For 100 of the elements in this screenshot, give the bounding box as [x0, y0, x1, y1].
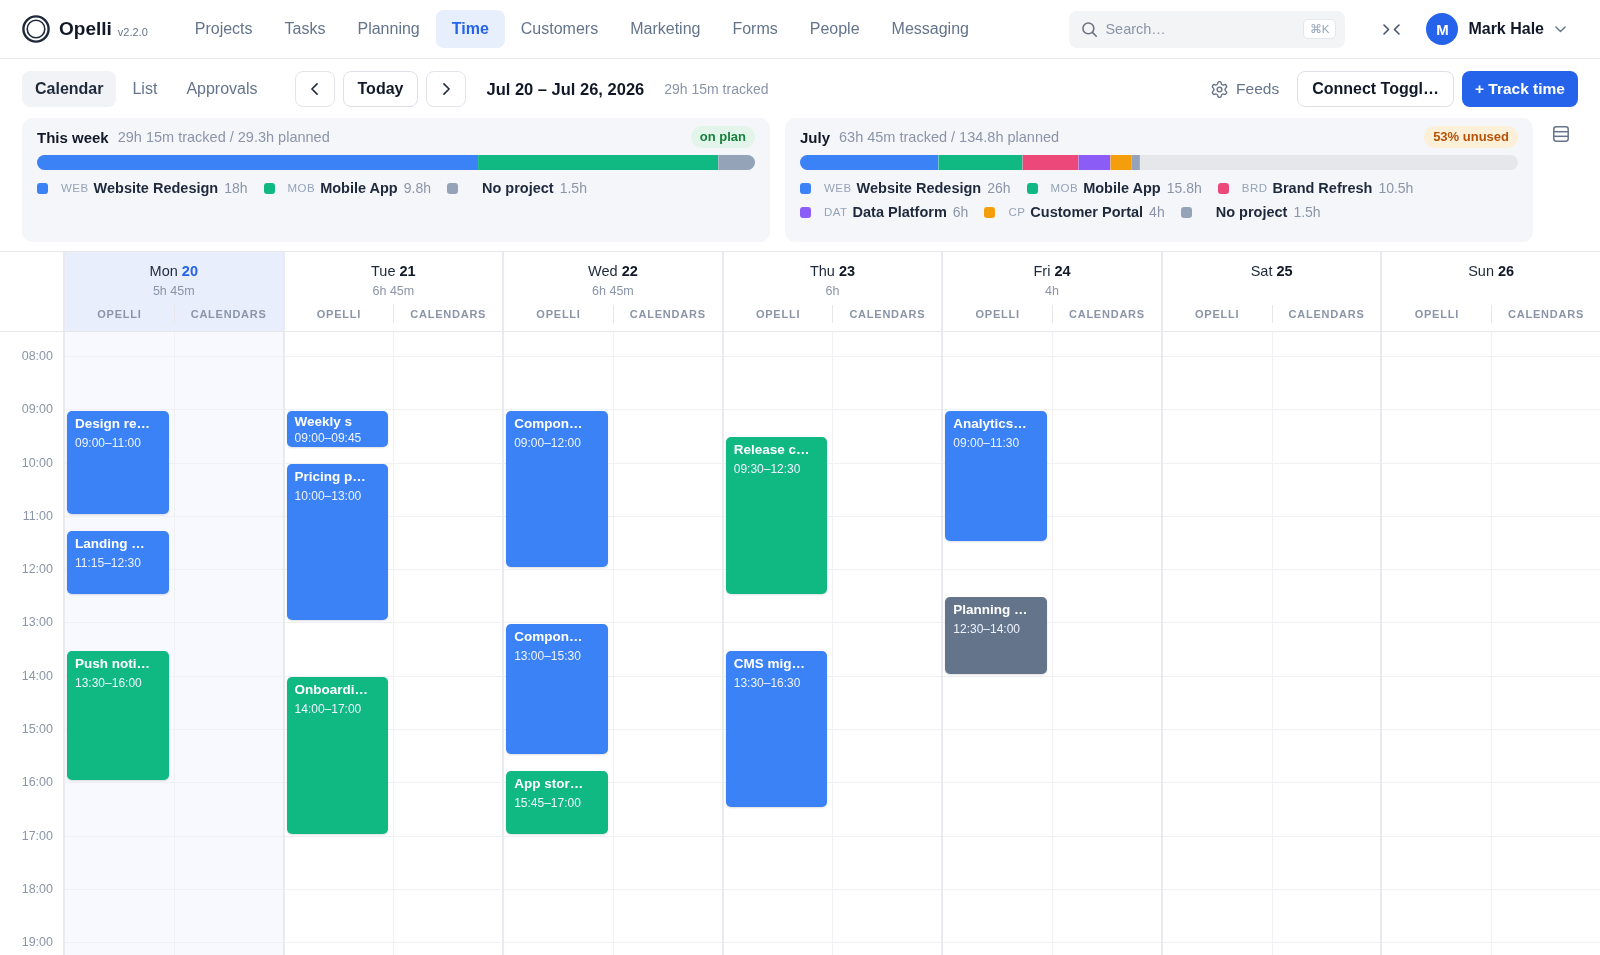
nav-tab[interactable]: Messaging — [875, 10, 985, 48]
nav-tab[interactable]: Time — [435, 10, 505, 48]
tracked-total: 29h 15m tracked — [664, 81, 769, 97]
calendar-event[interactable]: Landing … 11:15–12:30 — [67, 530, 169, 594]
connect-button[interactable]: Connect Toggl… — [1297, 71, 1454, 107]
feeds-button[interactable]: Feeds — [1211, 80, 1280, 98]
nav-tab[interactable]: Forms — [716, 10, 794, 48]
day-total: 6h 45m — [592, 283, 634, 299]
project-code: DAT — [824, 206, 848, 218]
event-time: 15:45–17:00 — [514, 795, 581, 811]
project-hours: 18h — [224, 180, 248, 196]
day-total: 6h — [825, 283, 840, 299]
project-name: Mobile App — [320, 180, 398, 196]
hour-label: 15:00 — [20, 722, 54, 737]
hour-label: 17:00 — [20, 828, 54, 843]
event-title: Analytics… — [953, 415, 1027, 432]
lane-label: CALENDARS — [173, 305, 283, 323]
event-title: Push noti… — [75, 655, 150, 672]
day-label: Sun 26 — [1468, 262, 1515, 280]
hour-label: 10:00 — [20, 455, 54, 470]
calendar-event[interactable]: Compon… 09:00–12:00 — [506, 410, 608, 568]
status-badge: 53% unused — [1424, 126, 1518, 148]
project-hours: 9.8h — [403, 180, 431, 196]
chevrons-in-icon[interactable] — [1383, 23, 1401, 35]
calendar-event[interactable]: App stor… 15:45–17:00 — [506, 770, 608, 834]
project-code: WEB — [824, 182, 852, 194]
calendar-event[interactable]: Release c… 09:30–12:30 — [725, 437, 828, 594]
hour-label: 18:00 — [20, 881, 54, 896]
project-hours: 6h — [952, 204, 969, 220]
event-time: 10:00–13:00 — [294, 489, 362, 505]
project-name: Customer Portal — [1030, 204, 1144, 220]
day-label: Fri 24 — [1033, 262, 1071, 280]
day-total: 6h 45m — [372, 283, 415, 299]
project-hours: 1.5h — [1293, 204, 1321, 220]
day-label: Mon 20 — [149, 262, 198, 280]
nav-tab[interactable]: Projects — [178, 10, 269, 48]
calendar-event[interactable]: Design re… 09:00–11:00 — [67, 410, 169, 514]
hour-label: 13:00 — [20, 615, 54, 630]
nav-tab[interactable]: Marketing — [614, 10, 717, 48]
gear-icon — [1211, 80, 1229, 98]
project-name: Website Redesign — [93, 180, 219, 196]
nav-tab[interactable]: People — [793, 10, 876, 48]
calendar-event[interactable]: Compon… 13:00–15:30 — [506, 624, 608, 754]
card-stats: 63h 45m tracked / 134.8h planned — [839, 129, 1060, 145]
lane-label: CALENDARS — [1271, 305, 1381, 323]
view-tab[interactable]: Approvals — [173, 71, 271, 107]
event-time: 13:30–16:00 — [75, 675, 142, 691]
project-hours: 10.5h — [1378, 180, 1414, 196]
next-button[interactable] — [426, 71, 467, 107]
day-total: 4h — [1045, 283, 1059, 299]
user-avatar[interactable]: M — [1426, 13, 1459, 45]
today-button[interactable]: Today — [342, 71, 419, 107]
project-name: No project — [1215, 204, 1288, 220]
day-label: Tue 21 — [371, 262, 416, 280]
track-time-button[interactable]: + Track time — [1461, 71, 1578, 107]
event-time: 09:00–12:00 — [514, 435, 581, 451]
status-badge: on plan — [690, 126, 755, 148]
calendar-event[interactable]: Push noti… 13:30–16:00 — [67, 650, 169, 781]
project-name: Mobile App — [1083, 180, 1161, 196]
user-menu-button[interactable]: Mark Hale — [1468, 20, 1566, 38]
event-title: Landing … — [75, 535, 145, 552]
project-hours: 4h — [1149, 204, 1165, 220]
lane-label: OPELLI — [974, 307, 1021, 322]
event-title: CMS mig… — [733, 655, 805, 672]
view-tab[interactable]: List — [119, 71, 171, 107]
calendar-event[interactable]: Planning … 12:30–14:00 — [945, 597, 1048, 674]
hour-label: 11:00 — [21, 508, 54, 523]
event-title: App stor… — [514, 775, 584, 792]
nav-tab[interactable]: Customers — [504, 10, 615, 48]
version-label: v2.2.0 — [117, 25, 148, 38]
hour-label: 19:00 — [20, 935, 54, 950]
calendar-event[interactable]: Pricing p… 10:00–13:00 — [286, 464, 389, 621]
lane-label: CALENDARS — [1052, 305, 1161, 323]
project-code: MOB — [1050, 182, 1079, 194]
event-title: Pricing p… — [294, 469, 366, 486]
nav-tab[interactable]: Tasks — [268, 10, 342, 48]
project-hours: 1.5h — [559, 180, 587, 196]
event-title: Weekly s — [294, 413, 353, 430]
calendar-event[interactable]: Analytics… 09:00–11:30 — [945, 410, 1048, 541]
event-title: Onboardi… — [294, 682, 369, 699]
chevron-left-icon — [311, 83, 319, 95]
hour-label: 14:00 — [20, 668, 54, 683]
project-name: Brand Refresh — [1272, 180, 1373, 196]
view-tab[interactable]: Calendar — [22, 71, 117, 107]
calendar-event[interactable]: CMS mig… 13:30–16:30 — [725, 650, 828, 808]
calendar-event[interactable]: Weekly s 09:00–09:45 — [286, 410, 389, 448]
project-code: CP — [1008, 206, 1026, 218]
nav-tab[interactable]: Planning — [341, 10, 436, 48]
rows-icon[interactable] — [1553, 126, 1569, 142]
day-label: Sat 25 — [1250, 262, 1293, 280]
lane-label: OPELLI — [1413, 307, 1460, 322]
hour-label: 12:00 — [20, 562, 54, 577]
event-title: Planning … — [953, 602, 1028, 619]
card-title: July — [800, 128, 830, 146]
day-label: Wed 22 — [588, 262, 638, 280]
calendar-event[interactable]: Onboardi… 14:00–17:00 — [286, 677, 389, 834]
previous-button[interactable] — [294, 71, 335, 107]
lane-label: CALENDARS — [393, 305, 503, 323]
lane-label: OPELLI — [96, 307, 143, 322]
event-time: 13:00–15:30 — [514, 649, 581, 664]
